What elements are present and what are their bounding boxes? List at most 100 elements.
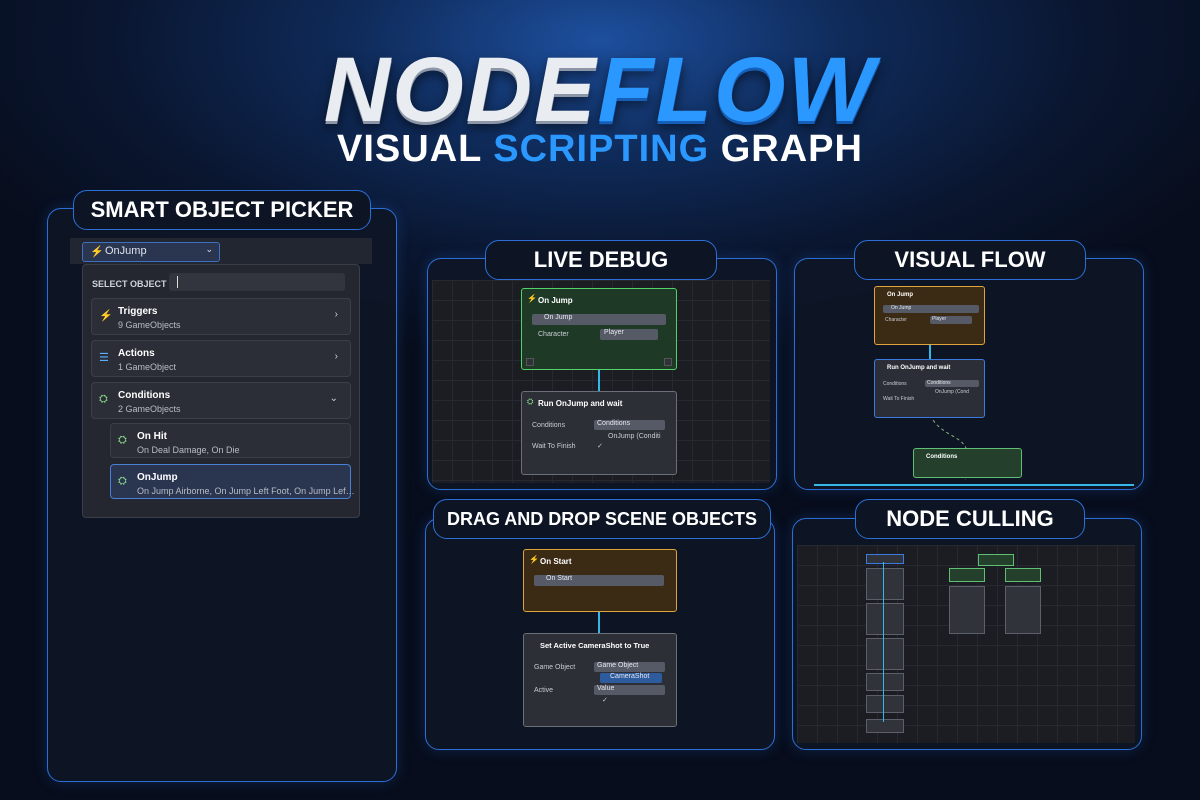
subtitle-visual: VISUAL — [337, 128, 482, 170]
lightning-icon: ⚡ — [90, 246, 104, 258]
culled-node — [866, 695, 904, 713]
connection-line — [814, 484, 1134, 486]
culled-node — [1005, 586, 1041, 634]
node-title: Conditions — [926, 454, 958, 460]
select-object-label: SELECT OBJECT — [92, 279, 167, 289]
live-debug-title: LIVE DEBUG — [485, 240, 717, 280]
item-title: Conditions — [118, 390, 171, 401]
conditions-node[interactable]: Conditions — [913, 448, 1022, 478]
node-culling-title: NODE CULLING — [855, 499, 1085, 539]
chevron-right-icon: › — [334, 351, 338, 362]
condition-reference[interactable]: OnJump (Conditi — [608, 433, 661, 440]
node-title: Run OnJump and wait — [538, 399, 623, 408]
subtitle-scripting: SCRIPTING — [493, 128, 710, 170]
character-dropdown[interactable]: Player — [600, 329, 658, 340]
culled-node — [949, 568, 985, 582]
object-dropdown-bar: ⚡ OnJump ⌄ — [70, 238, 372, 264]
item-subtitle: 2 GameObjects — [118, 404, 181, 414]
toggle-icon: ⛭ — [527, 397, 534, 406]
node-title: Set Active CameraShot to True — [540, 641, 650, 650]
checkmark-icon[interactable]: ✓ — [602, 696, 608, 704]
event-dropdown[interactable]: On Jump — [883, 305, 979, 313]
subtitle: VISUAL SCRIPTING GRAPH — [0, 128, 1200, 171]
item-subtitle: 1 GameObject — [118, 362, 177, 372]
set-active-node[interactable]: Set Active CameraShot to True Game Objec… — [523, 633, 677, 727]
toggle-icon: ⛭ — [118, 475, 127, 487]
list-item-onjump[interactable]: ⛭ OnJump On Jump Airborne, On Jump Left … — [110, 464, 355, 499]
node-title: On Jump — [538, 296, 573, 305]
chevron-down-icon: ⌄ — [329, 393, 338, 404]
object-dropdown-value: OnJump — [105, 245, 147, 257]
connection-line — [883, 562, 884, 722]
culled-node — [866, 638, 904, 670]
lightning-icon: ⚡ — [529, 555, 539, 564]
toggle-icon: ⛭ — [99, 393, 108, 405]
event-dropdown[interactable]: On Start — [534, 575, 664, 586]
conditions-label: Conditions — [883, 381, 907, 387]
chevron-down-icon: ⌄ — [205, 244, 213, 254]
logo: NODEFLOW — [0, 40, 1200, 140]
lightning-icon: ⚡ — [99, 310, 113, 322]
culled-node — [866, 719, 904, 733]
field-label: Character — [885, 317, 907, 323]
character-dropdown[interactable]: Player — [930, 316, 972, 324]
item-title: On Hit — [137, 431, 167, 442]
item-subtitle: 9 GameObjects — [118, 320, 181, 330]
list-item-on-hit[interactable]: ⛭ On Hit On Deal Damage, On Die — [110, 423, 351, 458]
game-object-label: Game Object — [534, 664, 576, 671]
on-jump-node[interactable]: On Jump ⚡ On Jump Character Player — [521, 288, 677, 370]
wait-label: Wait To Finish — [883, 396, 915, 402]
culled-node — [978, 554, 1014, 566]
field-label: Character — [538, 331, 569, 338]
checkmark-icon[interactable]: ✓ — [597, 442, 603, 450]
logo-flow: FLOW — [597, 39, 877, 141]
culled-node — [1005, 568, 1041, 582]
list-item-actions[interactable]: ☰ Actions 1 GameObject › — [91, 340, 351, 377]
list-item-triggers[interactable]: ⚡ Triggers 9 GameObjects › — [91, 298, 351, 335]
run-onjump-node[interactable]: Run OnJump and wait Conditions Condition… — [874, 359, 985, 418]
wait-label: Wait To Finish — [532, 443, 576, 450]
list-item-conditions[interactable]: ⛭ Conditions 2 GameObjects ⌄ — [91, 382, 351, 419]
culled-node — [949, 586, 985, 634]
item-title: Triggers — [118, 306, 158, 317]
connection-line — [598, 611, 600, 633]
list-icon: ☰ — [99, 352, 109, 364]
node-title: Run OnJump and wait — [887, 365, 951, 371]
active-dropdown[interactable]: Value — [594, 685, 665, 695]
logo-node: NODE — [323, 39, 598, 141]
connection-line — [929, 343, 931, 359]
condition-reference[interactable]: OnJump (Cond — [935, 389, 969, 395]
node-port[interactable] — [664, 358, 672, 366]
culled-node — [866, 554, 904, 564]
conditions-label: Conditions — [532, 422, 566, 429]
run-onjump-node[interactable]: Run OnJump and wait ⛭ Conditions Conditi… — [521, 391, 677, 475]
on-jump-node[interactable]: On Jump On Jump Character Player — [874, 286, 985, 345]
item-title: Actions — [118, 348, 155, 359]
connection-line — [598, 369, 600, 391]
culled-node — [866, 568, 904, 600]
lightning-icon: ⚡ — [527, 294, 537, 303]
event-dropdown[interactable]: On Jump — [532, 314, 666, 325]
culled-node — [866, 603, 904, 635]
object-dropdown[interactable]: ⚡ OnJump ⌄ — [82, 242, 220, 262]
object-picker-popup: SELECT OBJECT ⚡ Triggers 9 GameObjects ›… — [82, 264, 360, 518]
toggle-icon: ⛭ — [118, 434, 127, 446]
drag-drop-title: DRAG AND DROP SCENE OBJECTS — [433, 499, 771, 539]
game-object-dropdown[interactable]: Game Object — [594, 662, 665, 672]
item-subtitle: On Jump Airborne, On Jump Left Foot, On … — [137, 486, 355, 496]
conditions-dropdown[interactable]: Conditions — [594, 420, 665, 430]
item-subtitle: On Deal Damage, On Die — [137, 445, 240, 455]
camera-shot-field[interactable]: CameraShot — [600, 673, 662, 683]
on-start-node[interactable]: On Start ⚡ On Start — [523, 549, 677, 612]
conditions-dropdown[interactable]: Conditions — [925, 380, 979, 387]
text-cursor — [177, 276, 178, 288]
search-input[interactable] — [169, 273, 345, 291]
node-title: On Start — [540, 557, 572, 566]
node-port[interactable] — [526, 358, 534, 366]
active-label: Active — [534, 687, 554, 694]
smart-object-picker-title: SMART OBJECT PICKER — [73, 190, 371, 230]
node-title: On Jump — [887, 292, 914, 298]
item-title: OnJump — [137, 472, 178, 483]
culled-node — [866, 673, 904, 691]
visual-flow-title: VISUAL FLOW — [854, 240, 1086, 280]
